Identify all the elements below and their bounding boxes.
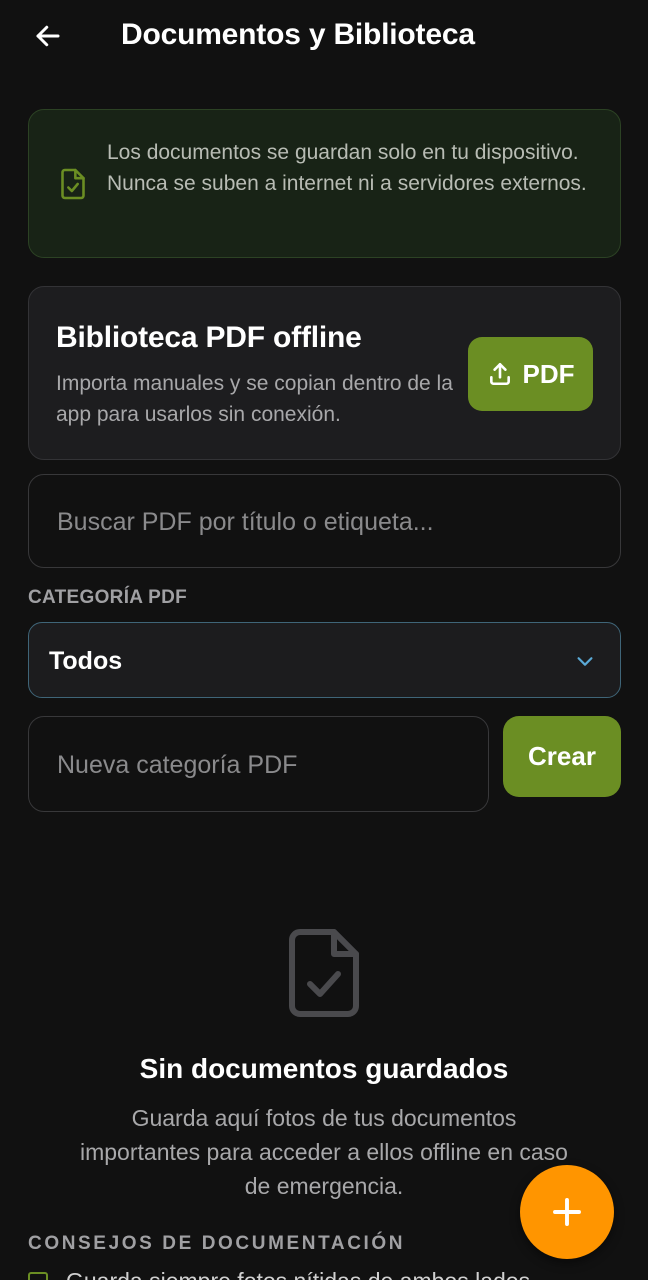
plus-icon xyxy=(553,1198,581,1226)
arrow-left-icon xyxy=(36,25,60,47)
category-dropdown[interactable]: Todos xyxy=(28,622,621,698)
pdf-library-card: Biblioteca PDF offline Importa manuales … xyxy=(28,286,621,460)
pdf-search-field[interactable] xyxy=(28,474,621,569)
chevron-down-icon xyxy=(577,657,593,666)
add-document-fab[interactable] xyxy=(520,1165,614,1259)
empty-state-description: Guarda aquí fotos de tus documentos impo… xyxy=(80,1105,568,1199)
pdf-library-title: Biblioteca PDF offline xyxy=(56,321,362,354)
new-category-input[interactable] xyxy=(55,717,475,813)
tip-item: Guarda siempre fotos nítidas de ambos la… xyxy=(28,1272,628,1280)
page-title: Documentos y Biblioteca xyxy=(121,18,475,51)
category-label: CATEGORÍA PDF xyxy=(28,587,188,608)
empty-state-title: Sin documentos guardados xyxy=(139,1053,509,1084)
create-category-button[interactable]: Crear xyxy=(503,716,621,797)
back-button[interactable] xyxy=(28,16,68,56)
tip-item-text: Guarda siempre fotos nítidas de ambos la… xyxy=(66,1272,530,1280)
import-pdf-button[interactable]: PDF xyxy=(468,337,593,411)
import-pdf-button-label: PDF xyxy=(522,358,575,389)
pdf-library-description: Importa manuales y se copian dentro de l… xyxy=(56,372,453,426)
category-selected-value: Todos xyxy=(49,647,123,675)
upload-icon xyxy=(489,362,510,386)
pdf-search-input[interactable] xyxy=(55,475,595,569)
tips-section-label: CONSEJOS DE DOCUMENTACIÓN xyxy=(28,1233,406,1254)
app-header: Documentos y Biblioteca xyxy=(0,0,648,80)
privacy-notice: Los documentos se guardan solo en tu dis… xyxy=(28,109,621,258)
file-check-icon xyxy=(61,168,85,200)
file-check-icon xyxy=(289,929,359,1017)
new-category-field[interactable] xyxy=(28,716,489,813)
privacy-notice-text: Los documentos se guardan solo en tu dis… xyxy=(107,141,587,195)
file-icon xyxy=(28,1272,48,1280)
